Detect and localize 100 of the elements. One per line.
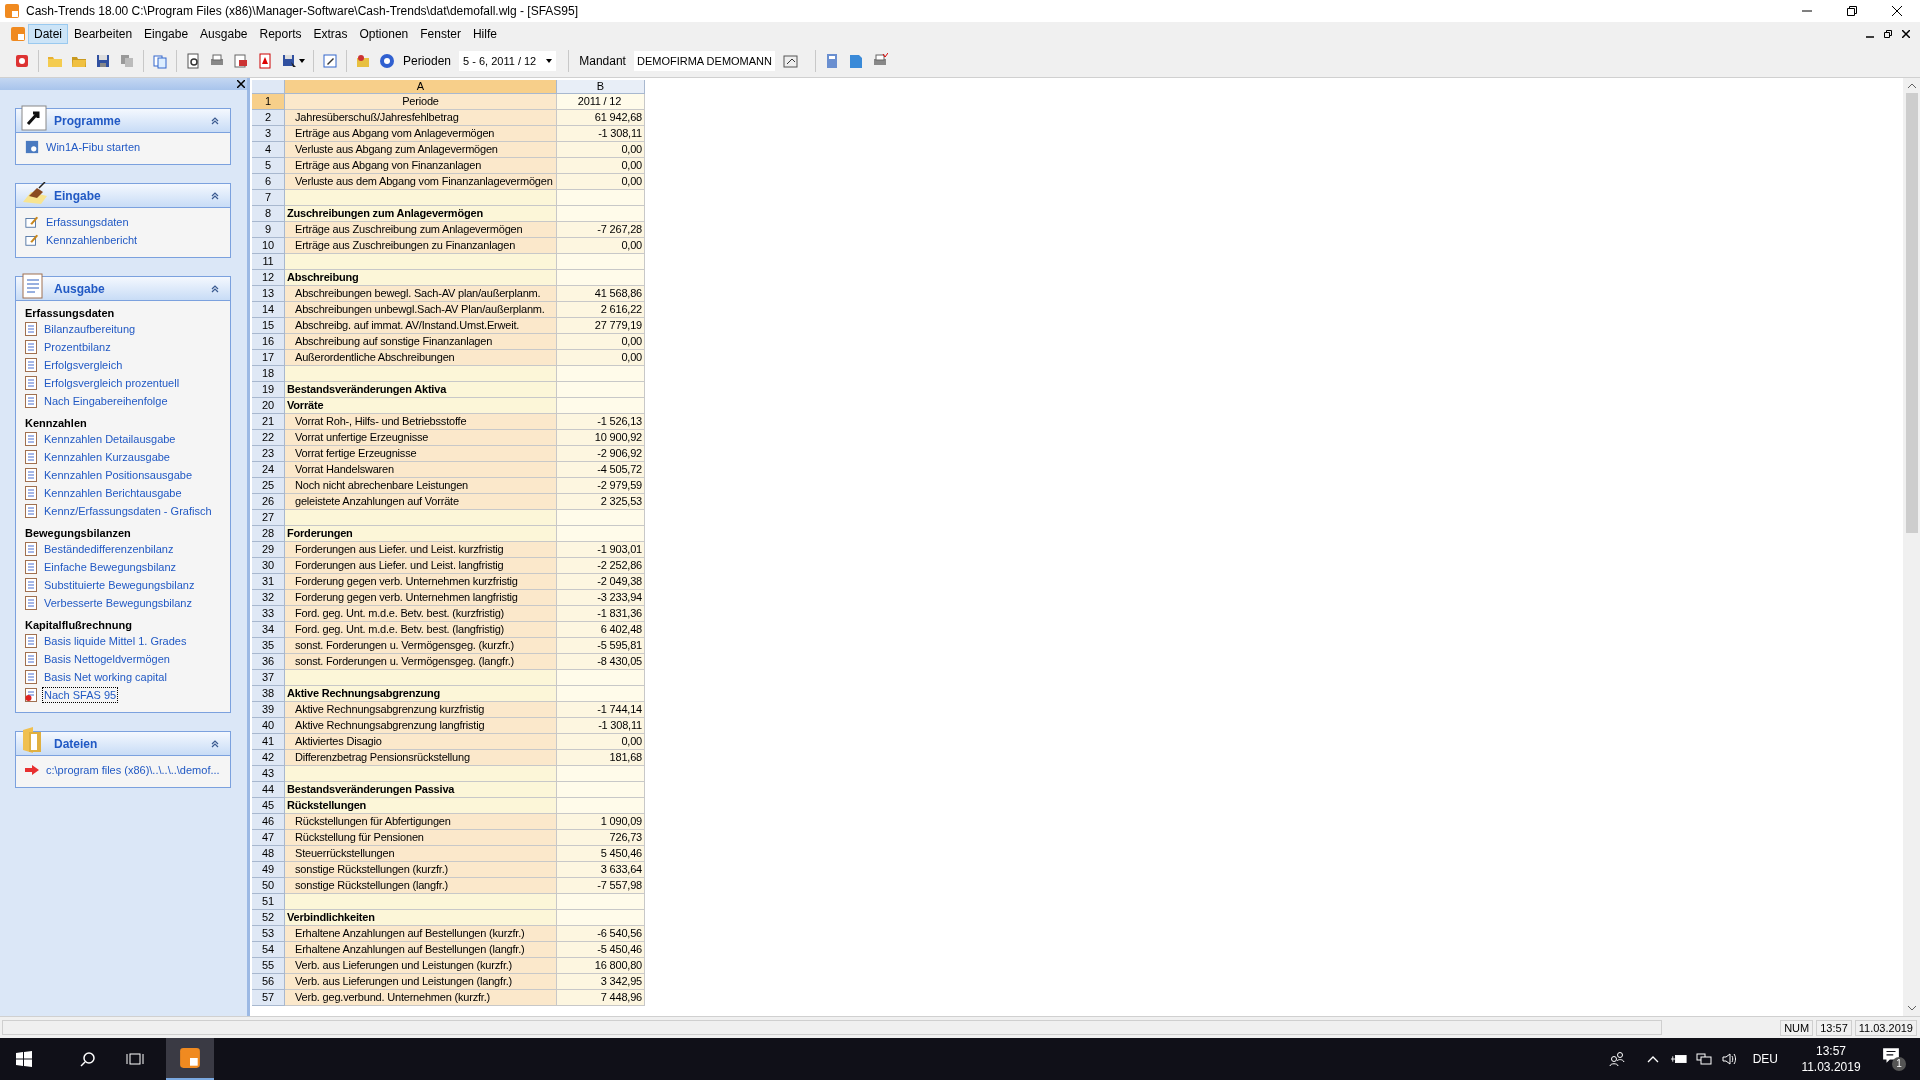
sidebar-link[interactable]: Bilanzaufbereitung (43, 322, 137, 336)
save-icon[interactable] (95, 53, 111, 69)
close-icon[interactable] (237, 80, 245, 88)
sidebar-link[interactable]: Einfache Bewegungsbilanz (43, 560, 178, 574)
collapse-icon[interactable] (210, 190, 220, 201)
scroll-down-icon[interactable] (1907, 1006, 1916, 1011)
documents-icon[interactable] (152, 53, 168, 69)
shortcut-icon[interactable] (21, 105, 47, 131)
edit-icon[interactable] (25, 215, 39, 229)
document-icon[interactable] (25, 634, 37, 648)
sidebar-link[interactable]: Kennzahlen Detailausgabe (43, 432, 177, 446)
sidebar-link[interactable]: Nach SFAS 95 (43, 688, 118, 702)
document-icon[interactable] (25, 542, 37, 556)
menu-item[interactable]: Datei (28, 23, 68, 44)
sidebar-link[interactable]: Verbesserte Bewegungsbilanz (43, 596, 193, 610)
search-icon[interactable] (80, 1051, 96, 1067)
network-icon[interactable] (1695, 1051, 1712, 1067)
close-icon[interactable] (1892, 6, 1902, 16)
document-icon[interactable] (25, 504, 37, 518)
collapse-icon[interactable] (210, 115, 220, 126)
sidebar-link[interactable]: Basis Nettogeldvermögen (43, 652, 171, 666)
taskbar-app-button[interactable] (166, 1038, 214, 1080)
document-icon[interactable] (25, 652, 37, 666)
scroll-up-icon[interactable] (1907, 83, 1916, 88)
document-icon[interactable] (25, 358, 37, 372)
volume-icon[interactable] (1720, 1051, 1737, 1067)
sidebar-link[interactable]: Erfolgsvergleich prozentuell (43, 376, 181, 390)
people-icon[interactable] (1608, 1051, 1625, 1067)
menu-item[interactable]: Eingabe (138, 23, 195, 44)
document-icon[interactable] (25, 596, 37, 610)
sidebar-link[interactable]: Erfassungsdaten (45, 215, 130, 229)
task-view-icon[interactable] (126, 1051, 144, 1067)
sidebar-link[interactable]: Basis liquide Mittel 1. Grades (43, 634, 188, 648)
document-app-icon[interactable] (10, 25, 26, 42)
sidebar-link[interactable]: Kennzahlen Berichtausgabe (43, 486, 183, 500)
close-icon[interactable] (1902, 29, 1910, 38)
copy-icon[interactable] (119, 53, 135, 69)
document-icon[interactable] (21, 271, 45, 299)
edit-icon[interactable] (322, 53, 338, 69)
collapse-icon[interactable] (210, 283, 220, 294)
scrollbar-thumb[interactable] (1905, 93, 1918, 533)
document-icon[interactable] (25, 376, 37, 390)
battery-icon[interactable] (1670, 1053, 1687, 1065)
preview-icon[interactable] (185, 53, 201, 69)
chevron-up-icon[interactable] (1646, 1055, 1659, 1063)
pdf-icon[interactable] (257, 53, 273, 69)
dropdown-icon[interactable] (299, 59, 305, 63)
panel-header[interactable]: Ausgabe (15, 276, 231, 301)
panel-header[interactable]: Eingabe (15, 183, 231, 208)
sidebar-link[interactable]: Erfolgsvergleich (43, 358, 124, 372)
sidebar-link[interactable]: Kennzahlen Kurzausgabe (43, 450, 171, 464)
document-icon[interactable] (25, 578, 37, 592)
language-indicator[interactable]: DEU (1752, 1050, 1778, 1068)
panel-header[interactable]: Dateien (15, 731, 231, 756)
menu-item[interactable]: Ausgabe (194, 23, 254, 44)
collapse-icon[interactable] (210, 738, 220, 749)
restore-icon[interactable] (1847, 6, 1857, 16)
document-icon[interactable] (25, 468, 37, 482)
sidebar-link[interactable]: Beständedifferenzenbilanz (43, 542, 175, 556)
menu-item[interactable]: Bearbeiten (68, 23, 139, 44)
sidebar-link[interactable]: Kennz/Erfassungsdaten - Grafisch (43, 504, 213, 518)
program-icon[interactable] (25, 140, 39, 154)
save-as-icon[interactable] (281, 53, 297, 69)
arrow-icon[interactable] (25, 765, 39, 775)
document-icon[interactable] (25, 688, 37, 702)
help-icon[interactable] (379, 53, 395, 69)
column-header[interactable]: A (285, 80, 557, 94)
vertical-scrollbar[interactable] (1903, 78, 1920, 1016)
sidebar-link[interactable]: Basis Net working capital (43, 670, 168, 684)
sidebar-link[interactable]: Kennzahlenbericht (45, 233, 139, 247)
edit-icon[interactable] (25, 233, 39, 247)
restore-icon[interactable] (1884, 29, 1892, 38)
corner-cell[interactable] (252, 80, 285, 94)
menu-item[interactable]: Fenster (414, 23, 467, 44)
menu-item[interactable]: Reports (253, 23, 308, 44)
sidebar-link[interactable]: Win1A-Fibu starten (45, 140, 142, 154)
menu-item[interactable]: Optionen (353, 23, 415, 44)
table-cell: -4 505,72 (557, 462, 645, 478)
document-icon[interactable] (25, 340, 37, 354)
document-icon[interactable] (25, 560, 37, 574)
document-icon[interactable] (25, 394, 37, 408)
menu-item[interactable]: Extras (307, 23, 354, 44)
taskbar-clock[interactable]: 13:57 11.03.2019 (1798, 1043, 1864, 1075)
sidebar-link[interactable]: Prozentbilanz (43, 340, 112, 354)
dropdown-icon[interactable] (546, 59, 553, 63)
row-number: 55 (252, 958, 285, 974)
document-icon[interactable] (25, 432, 37, 446)
client-field[interactable]: DEMOFIRMA DEMOMANN (633, 51, 775, 71)
period-dropdown[interactable]: 5 - 6, 2011 / 12 (459, 51, 557, 71)
document-icon[interactable] (25, 450, 37, 464)
document-icon[interactable] (25, 322, 37, 336)
menu-item[interactable]: Hilfe (466, 23, 503, 44)
sidebar-link[interactable]: Kennzahlen Positionsausgabe (43, 468, 193, 482)
sidebar-link[interactable]: Nach Eingabereihenfolge (43, 394, 169, 408)
document-icon[interactable] (25, 486, 37, 500)
sidebar-link[interactable]: Substituierte Bewegungsbilanz (43, 578, 196, 592)
document-icon[interactable] (25, 670, 37, 684)
column-header[interactable]: B (557, 80, 645, 94)
start-icon[interactable] (16, 1051, 32, 1067)
notification-icon[interactable] (1882, 1047, 1900, 1065)
